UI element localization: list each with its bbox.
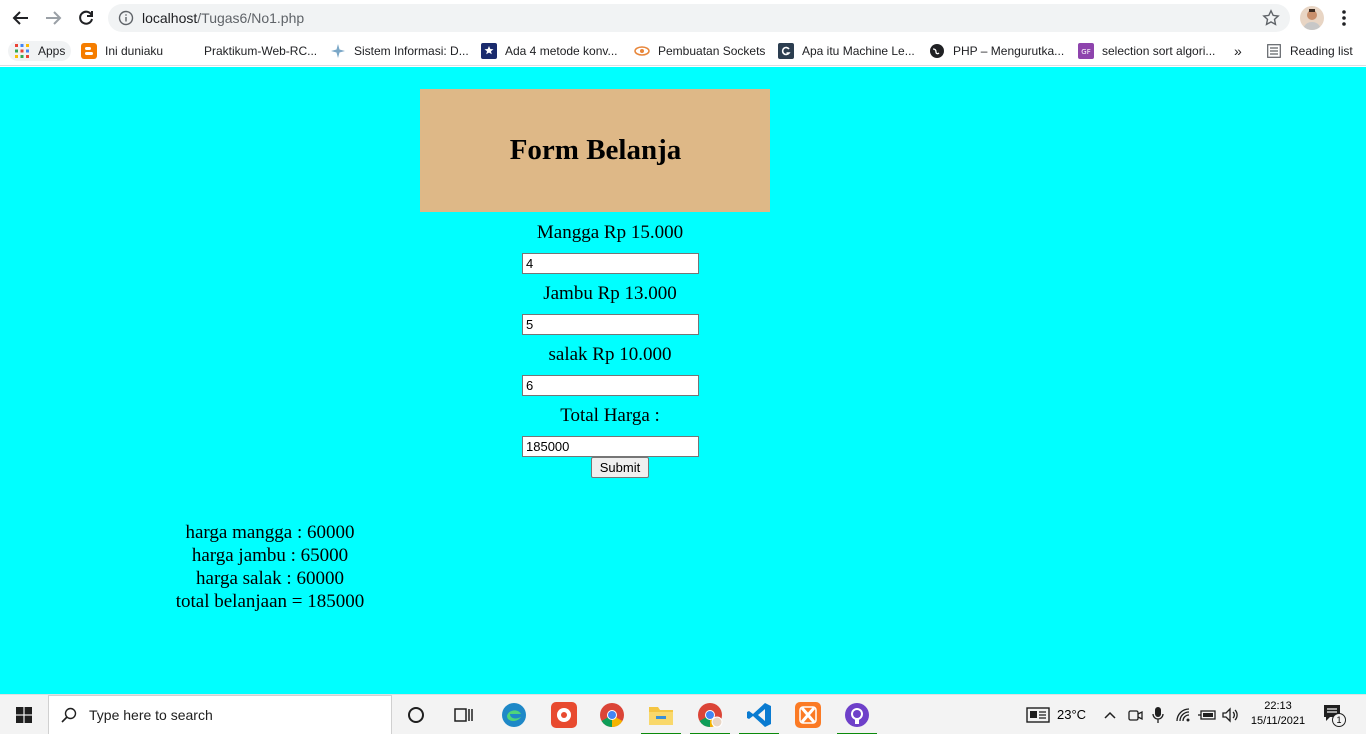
bookmark-sistem-informasi[interactable]: Sistem Informasi: D... <box>330 41 469 61</box>
result-line: harga jambu : 65000 <box>191 545 349 566</box>
taskbar-xampp[interactable] <box>784 695 832 734</box>
blogger-icon <box>81 43 97 59</box>
start-button[interactable] <box>0 695 48 734</box>
page-content: Form Belanja Mangga Rp 15.000 4 Jambu Rp… <box>0 67 1366 694</box>
bookmarks-bar: Apps Ini duniaku Praktikum-Web-RC... Sis… <box>0 36 1366 66</box>
bookmark-apps[interactable]: Apps <box>8 41 72 61</box>
salak-input[interactable]: 6 <box>522 375 699 396</box>
form-title: Form Belanja <box>509 134 682 166</box>
system-clock[interactable]: 22:13 15/11/2021 <box>1244 699 1312 729</box>
back-button[interactable] <box>10 7 32 29</box>
bookmark-ada-4-metode[interactable]: Ada 4 metode konv... <box>481 41 618 61</box>
taskbar-search-box[interactable]: Type here to search <box>48 695 392 734</box>
meet-now-icon[interactable] <box>1127 707 1143 723</box>
clock-date: 15/11/2021 <box>1250 715 1306 727</box>
taskbar-chrome[interactable] <box>588 695 636 734</box>
jambu-label: Jambu Rp 13.000 <box>543 283 677 304</box>
xampp-icon <box>795 702 821 728</box>
mangga-input[interactable]: 4 <box>522 253 699 274</box>
reading-list-icon <box>1266 43 1282 59</box>
clock-time: 22:13 <box>1264 700 1292 712</box>
result-line: total belanjaan = 185000 <box>175 591 365 612</box>
taskbar-file-explorer[interactable] <box>637 695 685 734</box>
vscode-icon <box>747 703 771 727</box>
address-bar[interactable]: localhost/Tugas6/No1.php <box>108 4 1290 32</box>
reload-icon <box>79 10 93 25</box>
chrome-profile-icon <box>698 703 723 728</box>
globe-icon <box>929 43 945 59</box>
volume-icon[interactable] <box>1222 707 1240 723</box>
chevron-up-icon[interactable] <box>1103 708 1117 722</box>
submit-button[interactable]: Submit <box>591 457 649 478</box>
arrow-left-icon <box>12 11 28 25</box>
taskbar-app-red[interactable] <box>540 695 588 734</box>
salak-label: salak Rp 10.000 <box>548 344 672 365</box>
windows-taskbar: Type here to search 23°C 22:13 15/11/202… <box>0 694 1366 734</box>
search-icon <box>61 707 77 723</box>
screen-recorder-icon <box>551 702 577 728</box>
profile-avatar[interactable] <box>1300 6 1324 30</box>
reading-list-button[interactable]: Reading list <box>1266 41 1353 61</box>
github-icon <box>845 703 869 727</box>
more-vertical-icon <box>1342 10 1346 26</box>
bookmark-php-mengurutkan[interactable]: PHP – Mengurutka... <box>929 41 1064 61</box>
result-line: harga mangga : 60000 <box>185 522 355 543</box>
person-icon <box>1303 9 1321 30</box>
g-logo-icon <box>778 43 794 59</box>
wifi-icon[interactable] <box>1175 707 1193 723</box>
info-icon[interactable] <box>118 10 134 26</box>
browser-toolbar: localhost/Tugas6/No1.php <box>0 0 1366 36</box>
chrome-icon <box>600 703 624 727</box>
bookmark-machine-learning[interactable]: Apa itu Machine Le... <box>778 41 915 61</box>
sparkle-icon <box>330 43 346 59</box>
task-view-button[interactable] <box>440 695 488 734</box>
bookmark-praktikum-web[interactable]: Praktikum-Web-RC... <box>180 41 317 61</box>
taskbar-vscode[interactable] <box>735 695 783 734</box>
total-harga-label: Total Harga : <box>560 405 660 426</box>
blank-page-icon <box>180 43 196 59</box>
bookmark-ini-duniaku[interactable]: Ini duniaku <box>81 41 163 61</box>
url-text: localhost/Tugas6/No1.php <box>142 10 305 26</box>
arrow-right-icon <box>46 11 62 25</box>
taskbar-github-desktop[interactable] <box>833 695 881 734</box>
taskbar-chrome-profile[interactable] <box>686 695 734 734</box>
svg-text:GF: GF <box>1081 48 1090 56</box>
battery-icon[interactable] <box>1198 708 1218 722</box>
total-harga-input[interactable]: 185000 <box>522 436 699 457</box>
folder-icon <box>649 707 673 725</box>
more-bookmarks-button[interactable]: » <box>1234 41 1242 61</box>
notification-center-button[interactable]: 1 <box>1322 703 1348 727</box>
form-title-box: Form Belanja <box>420 89 770 212</box>
windows-logo-icon <box>16 707 32 723</box>
result-line: harga salak : 60000 <box>196 568 344 589</box>
cortana-button[interactable] <box>392 695 440 734</box>
task-view-icon <box>454 708 473 722</box>
weather-temperature[interactable]: 23°C <box>1057 707 1086 722</box>
result-output: harga mangga : 60000 harga jambu : 65000… <box>150 521 390 613</box>
reload-button[interactable] <box>75 7 97 29</box>
browser-menu-button[interactable] <box>1336 8 1352 28</box>
microphone-icon[interactable] <box>1151 706 1165 724</box>
forward-button[interactable] <box>42 7 64 29</box>
notification-count-badge: 1 <box>1332 713 1346 727</box>
eye-logo-icon <box>634 43 650 59</box>
cortana-circle-icon <box>408 707 424 723</box>
edge-icon <box>502 703 526 727</box>
search-placeholder: Type here to search <box>89 707 213 723</box>
bookmark-pembuatan-sockets[interactable]: Pembuatan Sockets <box>634 41 765 61</box>
star-shield-icon <box>481 43 497 59</box>
news-widget-icon[interactable] <box>1026 707 1050 723</box>
bookmark-selection-sort[interactable]: GF selection sort algori... <box>1078 41 1215 61</box>
gf-logo-icon: GF <box>1078 43 1094 59</box>
taskbar-edge[interactable] <box>490 695 538 734</box>
jambu-input[interactable]: 5 <box>522 314 699 335</box>
bookmark-star-icon[interactable] <box>1262 9 1280 27</box>
apps-grid-icon <box>14 43 30 59</box>
mangga-label: Mangga Rp 15.000 <box>536 222 684 243</box>
